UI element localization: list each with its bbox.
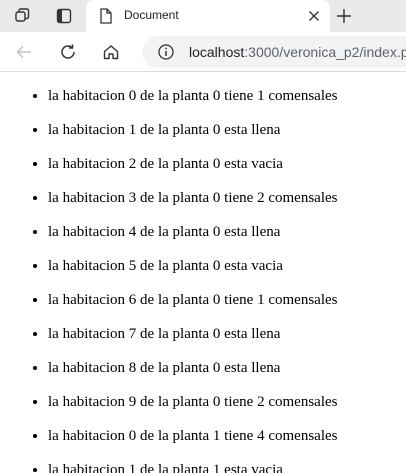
list-item: la habitacion 5 de la planta 0 esta vaci… xyxy=(48,257,406,275)
address-bar[interactable]: localhost:3000/veronica_p2/index.p xyxy=(142,36,406,68)
tab-strip: Document xyxy=(0,0,406,32)
page-content: la habitacion 0 de la planta 0 tiene 1 c… xyxy=(0,73,406,473)
list-item: la habitacion 1 de la planta 1 esta vaci… xyxy=(48,461,406,473)
document-icon xyxy=(94,4,118,28)
close-icon[interactable] xyxy=(304,6,324,26)
home-icon[interactable] xyxy=(99,40,123,64)
list-item: la habitacion 0 de la planta 0 tiene 1 c… xyxy=(48,87,406,105)
list-item: la habitacion 8 de la planta 0 esta llen… xyxy=(48,359,406,377)
list-item: la habitacion 9 de la planta 0 tiene 2 c… xyxy=(48,393,406,411)
new-tab-icon[interactable] xyxy=(332,4,356,28)
room-list: la habitacion 0 de la planta 0 tiene 1 c… xyxy=(0,87,406,473)
back-icon[interactable] xyxy=(12,40,36,64)
url-host: localhost xyxy=(189,44,245,60)
tab-title: Document xyxy=(124,8,179,22)
list-item: la habitacion 4 de la planta 0 esta llen… xyxy=(48,223,406,241)
url-text[interactable]: localhost:3000/veronica_p2/index.p xyxy=(189,44,406,60)
list-item: la habitacion 7 de la planta 0 esta llen… xyxy=(48,325,406,343)
tab-document[interactable]: Document xyxy=(86,0,330,32)
list-item: la habitacion 1 de la planta 0 esta llen… xyxy=(48,121,406,139)
navigation-bar: localhost:3000/veronica_p2/index.p xyxy=(0,32,406,72)
list-item: la habitacion 6 de la planta 0 tiene 1 c… xyxy=(48,291,406,309)
list-item: la habitacion 2 de la planta 0 esta vaci… xyxy=(48,155,406,173)
list-item: la habitacion 3 de la planta 0 tiene 2 c… xyxy=(48,189,406,207)
list-item: la habitacion 0 de la planta 1 tiene 4 c… xyxy=(48,427,406,445)
site-info-icon[interactable] xyxy=(154,40,178,64)
collections-icon[interactable] xyxy=(10,4,34,28)
refresh-icon[interactable] xyxy=(56,40,80,64)
url-path: :3000/veronica_p2/index.p xyxy=(244,44,406,60)
tab-actions-icon[interactable] xyxy=(52,4,76,28)
